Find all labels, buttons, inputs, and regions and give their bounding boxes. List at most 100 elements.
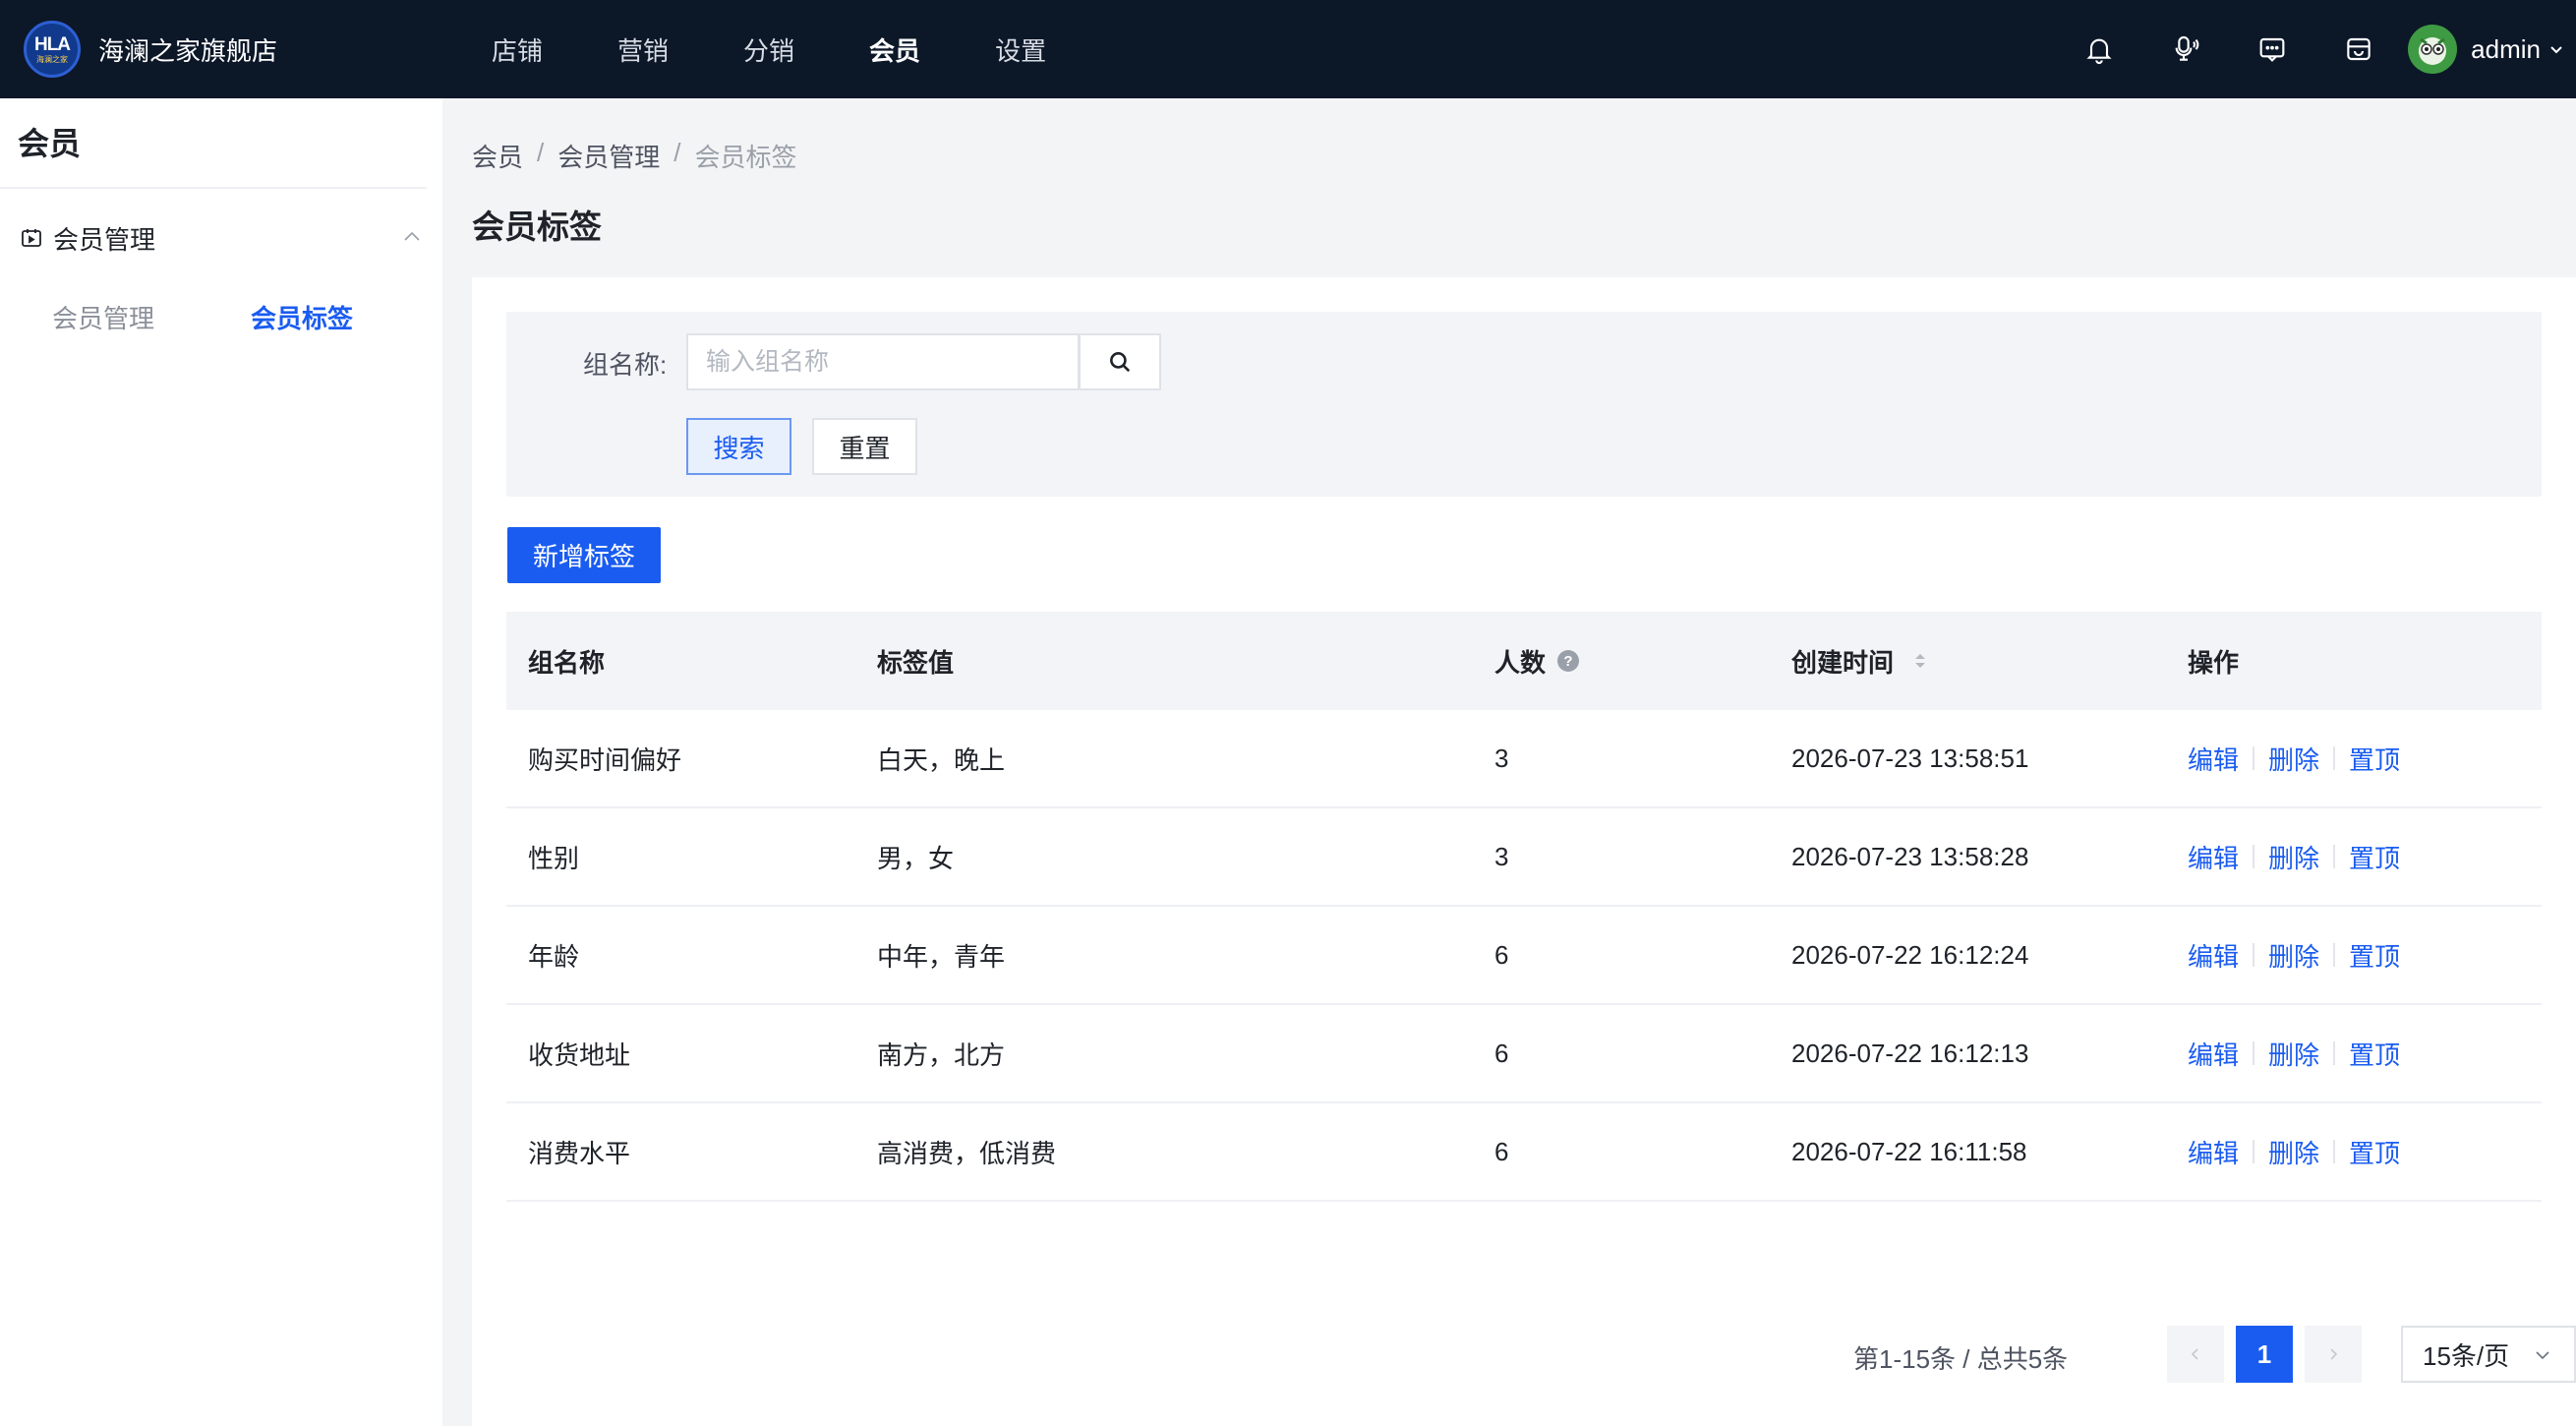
action-divider [2333,746,2336,770]
pin-link[interactable]: 置顶 [2349,1134,2400,1170]
cell-count: 6 [1494,1038,1509,1068]
chevron-down-icon [2536,1351,2549,1360]
breadcrumb-item-member-management[interactable]: 会员管理 [557,138,660,174]
delete-link[interactable]: 删除 [2268,839,2319,875]
logo-subtext: 海澜之家 [36,54,68,64]
action-divider [2333,845,2336,868]
cell-tag-values: 男，女 [877,843,955,873]
table-row: 年龄 中年，青年 6 2026-07-22 16:12:24 编辑 删除 置顶 [506,907,2542,1005]
table-row: 性别 男，女 3 2026-07-23 13:58:28 编辑 删除 置顶 [506,808,2542,907]
menu-item-distribution[interactable]: 分销 [743,31,794,68]
edit-link[interactable]: 编辑 [2188,1134,2239,1170]
action-divider [2253,1140,2255,1163]
edit-link[interactable]: 编辑 [2188,1036,2239,1072]
cell-group-name: 购买时间偏好 [528,744,682,775]
cell-actions: 编辑 删除 置顶 [2188,937,2542,974]
action-divider [2253,746,2255,770]
cell-group-name: 收货地址 [528,1040,631,1070]
sidebar-group-member-management[interactable]: 会员管理 [0,189,442,287]
sidebar-item-member-management[interactable]: 会员管理 [52,299,154,335]
table-header: 组名称 标签值 人数 ? 创建时间 操作 [506,612,2542,710]
search-button[interactable]: 搜索 [686,418,791,475]
search-icon-button[interactable] [1079,333,1161,390]
pin-link[interactable]: 置顶 [2349,937,2400,974]
menu-item-settings[interactable]: 设置 [995,31,1046,68]
cell-created-time: 2026-07-22 16:12:13 [1791,1038,2029,1068]
action-divider [2253,943,2255,967]
table-row: 收货地址 南方，北方 6 2026-07-22 16:12:13 编辑 删除 置… [506,1005,2542,1103]
chevron-down-icon [2550,46,2562,54]
message-icon[interactable] [2253,30,2292,69]
pin-link[interactable]: 置顶 [2349,741,2400,777]
sidebar-item-member-tags[interactable]: 会员标签 [251,299,353,335]
cell-count: 3 [1494,743,1509,773]
cell-group-name: 性别 [528,843,580,873]
chevron-right-icon [2330,1348,2338,1360]
page-size-value: 15条/页 [2423,1340,2510,1371]
content-panel: 组名称: 搜索 重置 新增标签 组名称 标签值 人数 ? 创建时间 [472,277,2576,1426]
cell-tag-values: 中年，青年 [877,941,1006,972]
breadcrumb-separator: / [537,138,545,167]
breadcrumb-item-members[interactable]: 会员 [472,138,523,174]
cell-count: 6 [1494,939,1509,970]
action-divider [2253,1041,2255,1065]
help-icon[interactable]: ? [1557,650,1580,672]
cell-actions: 编辑 删除 置顶 [2188,839,2542,875]
pagination-summary: 第1-15条 / 总共5条 [1853,1344,2069,1374]
delete-link[interactable]: 删除 [2268,741,2319,777]
cell-tag-values: 高消费，低消费 [877,1138,1057,1168]
cell-actions: 编辑 删除 置顶 [2188,741,2542,777]
logo-text: HLA [33,33,71,55]
column-header-tag-values: 标签值 [877,647,955,678]
previous-page-button[interactable] [2167,1326,2224,1383]
cell-group-name: 年龄 [528,941,580,972]
shop-name: 海澜之家旗舰店 [98,35,278,66]
action-divider [2333,1041,2336,1065]
sidebar-sub-items: 会员管理 会员标签 [0,287,442,346]
chevron-up-icon [404,231,420,241]
cell-count: 6 [1494,1136,1509,1166]
bell-icon[interactable] [2079,30,2119,69]
search-icon [1110,352,1131,373]
cell-group-name: 消费水平 [528,1138,631,1168]
group-name-input[interactable] [686,333,1080,390]
page-number-button[interactable]: 1 [2236,1326,2293,1383]
group-name-label: 组名称: [583,350,668,380]
pin-link[interactable]: 置顶 [2349,1036,2400,1072]
menu-item-marketing[interactable]: 营销 [617,31,669,68]
column-header-created-time[interactable]: 创建时间 [1791,643,2188,680]
chevron-left-icon [2191,1348,2198,1360]
edit-link[interactable]: 编辑 [2188,937,2239,974]
page-size-select[interactable]: 15条/页 [2401,1326,2576,1383]
column-header-group-name: 组名称 [528,647,606,678]
main-menu: 店铺 营销 分销 会员 设置 [492,31,1121,68]
delete-link[interactable]: 删除 [2268,1036,2319,1072]
delete-link[interactable]: 删除 [2268,1134,2319,1170]
cell-created-time: 2026-07-23 13:58:28 [1791,841,2029,871]
delete-link[interactable]: 删除 [2268,937,2319,974]
cell-created-time: 2026-07-22 16:12:24 [1791,939,2029,970]
user-menu[interactable]: admin [2408,25,2564,74]
reset-button[interactable]: 重置 [812,418,917,475]
shop-logo: HLA 海澜之家 [24,21,81,78]
cell-count: 3 [1494,841,1509,871]
cell-tag-values: 白天，晚上 [877,744,1006,775]
search-form: 组名称: 搜索 重置 [506,312,2542,497]
add-tag-button[interactable]: 新增标签 [507,527,661,583]
cell-created-time: 2026-07-23 13:58:51 [1791,743,2029,773]
menu-item-members[interactable]: 会员 [869,31,920,68]
sort-icon[interactable] [1913,651,1927,671]
edit-link[interactable]: 编辑 [2188,839,2239,875]
member-tags-table: 组名称 标签值 人数 ? 创建时间 操作 购买时间偏好 白天，晚上 3 2026… [506,612,2542,1202]
menu-item-store[interactable]: 店铺 [492,31,543,68]
store-icon[interactable] [2339,30,2378,69]
breadcrumb: 会员 / 会员管理 / 会员标签 [472,138,797,174]
brand[interactable]: HLA 海澜之家 海澜之家旗舰店 [24,21,446,78]
pin-link[interactable]: 置顶 [2349,839,2400,875]
action-divider [2333,943,2336,967]
column-header-actions: 操作 [2188,647,2240,678]
microphone-icon[interactable] [2166,30,2205,69]
next-page-button[interactable] [2305,1326,2362,1383]
action-divider [2253,845,2255,868]
edit-link[interactable]: 编辑 [2188,741,2239,777]
